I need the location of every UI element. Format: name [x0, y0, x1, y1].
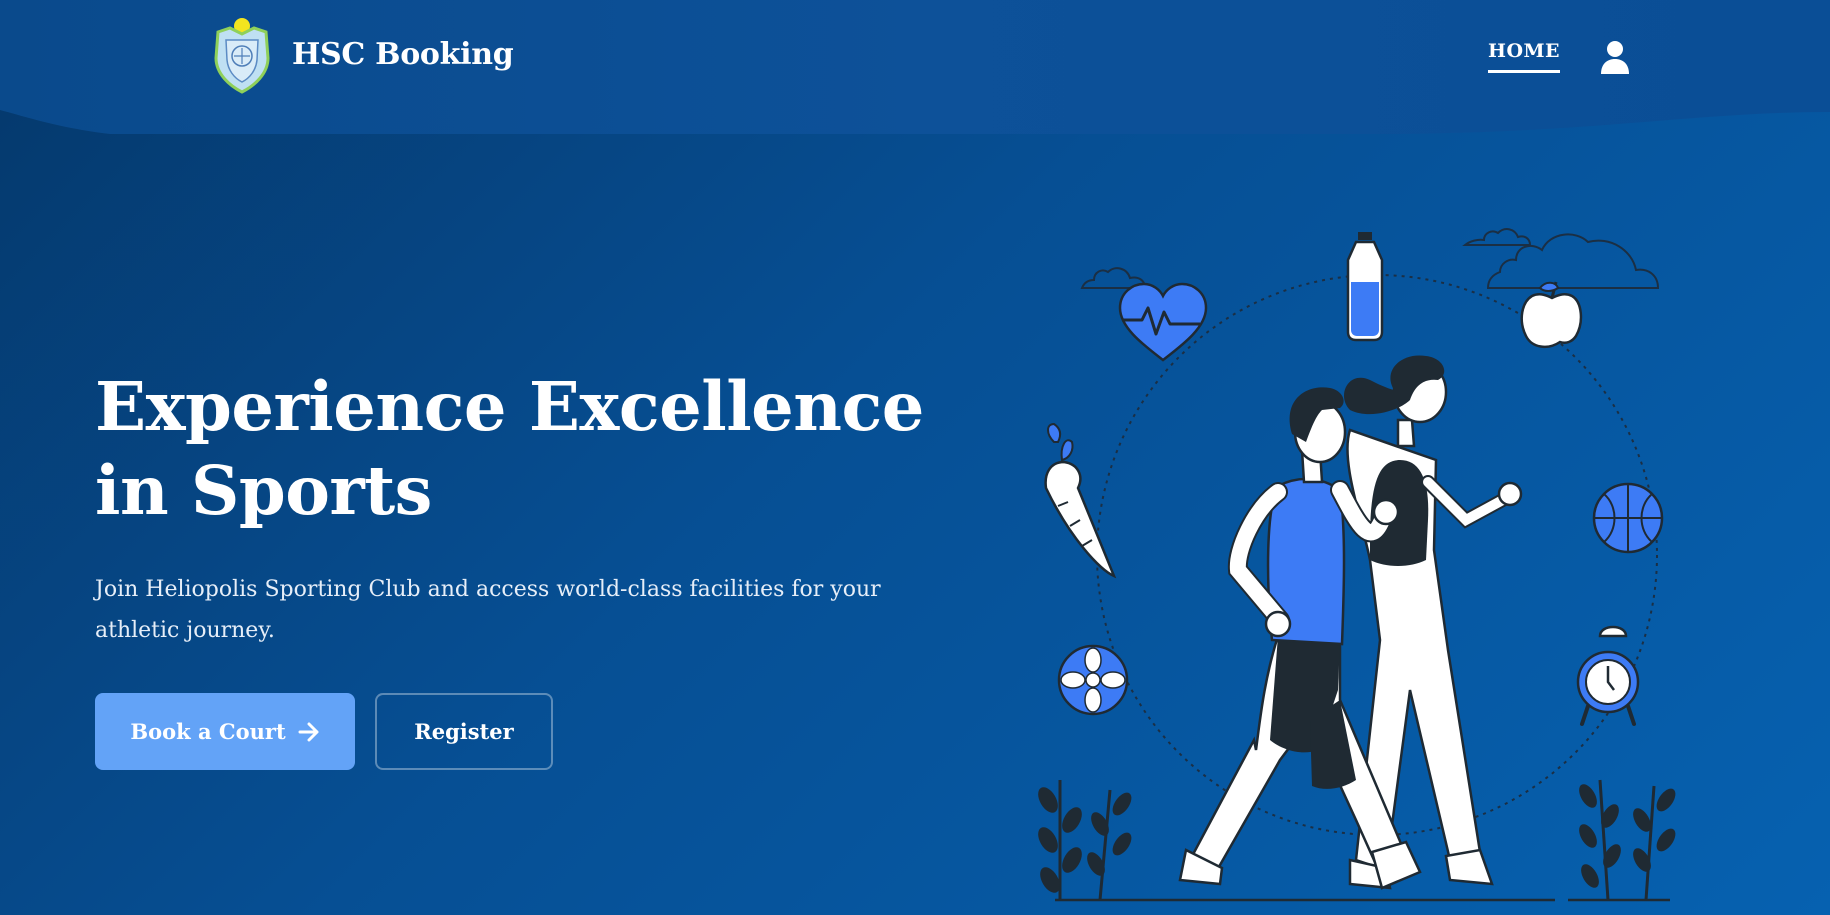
book-court-button[interactable]: Book a Court	[95, 693, 355, 770]
sports-illustration	[1038, 228, 1676, 902]
plant-icon	[1579, 779, 1676, 901]
basketball-icon	[1592, 482, 1664, 554]
hero-subtitle: Join Heliopolis Sporting Club and access…	[95, 569, 915, 651]
book-court-label: Book a Court	[130, 719, 286, 744]
brand-name: HSC Booking	[292, 36, 514, 72]
hero-subtitle-line-2: athletic journey.	[95, 618, 275, 643]
register-button[interactable]: Register	[375, 693, 553, 770]
apple-icon	[1520, 281, 1583, 349]
carrot-icon	[1044, 422, 1117, 579]
arrow-right-icon	[298, 722, 319, 741]
water-bottle-icon	[1346, 232, 1384, 342]
cloud-icon	[1462, 228, 1532, 246]
hero-title: Experience Excellence in Sports	[95, 365, 955, 533]
hero-title-line-1: Experience Excellence	[95, 367, 924, 446]
brand[interactable]: HSC Booking	[210, 14, 514, 94]
hero-section: Experience Excellence in Sports Join Hel…	[95, 365, 955, 651]
lemon-slice-icon	[1057, 644, 1129, 716]
heart-rate-icon	[1118, 282, 1208, 362]
plant-icon	[1038, 780, 1132, 901]
club-crest-icon	[214, 18, 270, 94]
alarm-clock-icon	[1576, 625, 1640, 726]
hero-title-line-2: in Sports	[95, 451, 432, 530]
hero-actions: Book a Court Register	[95, 693, 553, 770]
user-icon[interactable]	[1600, 40, 1630, 74]
hero-subtitle-line-1: Join Heliopolis Sporting Club and access…	[95, 577, 881, 602]
top-navbar: HSC Booking HOME	[0, 0, 1830, 136]
nav-home-link[interactable]: HOME	[1488, 40, 1561, 73]
cloud-icon	[1486, 233, 1660, 289]
